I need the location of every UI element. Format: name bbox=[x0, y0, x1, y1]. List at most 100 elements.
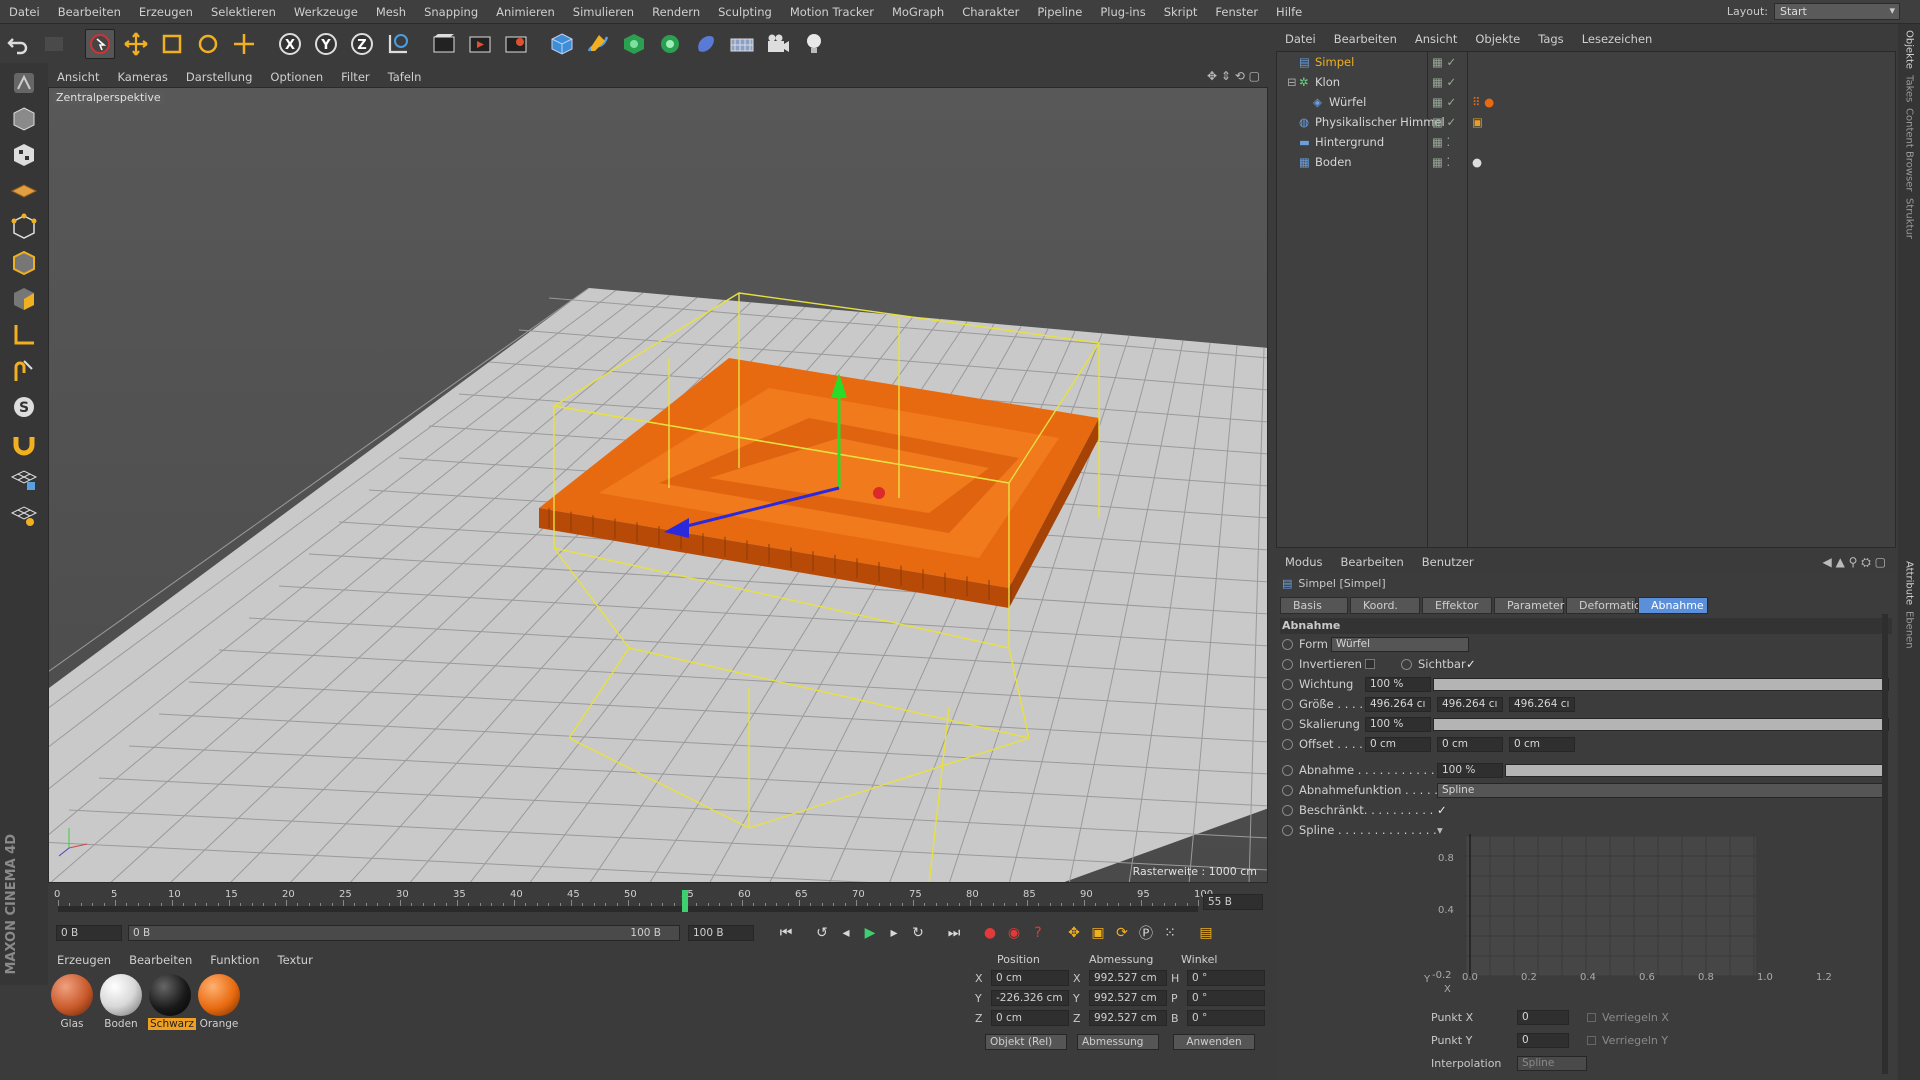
redo-icon[interactable] bbox=[39, 29, 69, 59]
mat-menu-bearbeiten[interactable]: Bearbeiten bbox=[120, 953, 201, 967]
key-parameter-icon[interactable]: Ⓟ bbox=[1134, 922, 1158, 944]
side-tab-attribute[interactable]: Attribute bbox=[1904, 561, 1915, 605]
anim-radio[interactable] bbox=[1282, 678, 1293, 690]
timeline-bar[interactable] bbox=[58, 906, 1198, 912]
obj-menu-objekte[interactable]: Objekte bbox=[1466, 32, 1529, 46]
menu-pipeline[interactable]: Pipeline bbox=[1028, 5, 1091, 19]
tab-abnahme[interactable]: Abnahme bbox=[1638, 597, 1708, 614]
tab-parameter[interactable]: Parameter bbox=[1494, 597, 1564, 614]
texture-mode-icon[interactable] bbox=[6, 138, 42, 171]
weight-slider[interactable] bbox=[1433, 677, 1889, 691]
apply-button[interactable]: Anwenden bbox=[1173, 1034, 1255, 1050]
current-frame-field[interactable]: 55 B bbox=[1203, 894, 1263, 910]
edges-mode-icon[interactable] bbox=[6, 246, 42, 279]
polygons-mode-icon[interactable] bbox=[6, 282, 42, 315]
mat-menu-erzeugen[interactable]: Erzeugen bbox=[48, 953, 120, 967]
end-frame-field[interactable]: 100 B bbox=[688, 925, 754, 941]
key-scale-icon[interactable]: ▣ bbox=[1086, 922, 1110, 944]
vp-menu-darstellung[interactable]: Darstellung bbox=[177, 70, 261, 84]
material-tag-icon[interactable]: ⠿ ● bbox=[1472, 95, 1494, 109]
obj-menu-bearbeiten[interactable]: Bearbeiten bbox=[1325, 32, 1406, 46]
side-tab-ebenen[interactable]: Ebenen bbox=[1904, 611, 1915, 649]
menu-motion-tracker[interactable]: Motion Tracker bbox=[781, 5, 883, 19]
menu-plugins[interactable]: Plug-ins bbox=[1091, 5, 1154, 19]
mat-menu-textur[interactable]: Textur bbox=[269, 953, 322, 967]
collapse-icon[interactable]: ⊟ bbox=[1287, 75, 1299, 89]
weight-field[interactable]: 100 % bbox=[1365, 676, 1431, 692]
workplane-icon[interactable] bbox=[6, 174, 42, 207]
cloner-icon[interactable] bbox=[619, 29, 649, 59]
side-tab-objekte[interactable]: Objekte bbox=[1904, 30, 1915, 69]
pen-icon[interactable] bbox=[583, 29, 613, 59]
obj-menu-datei[interactable]: Datei bbox=[1276, 32, 1325, 46]
object-row-hintergrund[interactable]: ▬ Hintergrund ▦ ⁚ bbox=[1277, 132, 1895, 152]
anim-radio[interactable] bbox=[1282, 718, 1293, 730]
render-picture-viewer-icon[interactable] bbox=[465, 29, 495, 59]
material-item[interactable]: Glas bbox=[50, 974, 94, 1030]
prev-key-icon[interactable]: ↺ bbox=[810, 922, 834, 944]
anim-radio[interactable] bbox=[1282, 638, 1293, 650]
obj-menu-lesezeichen[interactable]: Lesezeichen bbox=[1573, 32, 1662, 46]
visibility-toggle[interactable]: ▦ ✓ bbox=[1432, 95, 1456, 109]
lock-x-checkbox[interactable] bbox=[1587, 1013, 1596, 1022]
attr-scrollbar[interactable] bbox=[1882, 614, 1888, 1074]
object-row-boden[interactable]: ▦ Boden ▦ ⁚ ● bbox=[1277, 152, 1895, 172]
scale-icon[interactable] bbox=[157, 29, 187, 59]
visibility-toggle[interactable]: ▦ ✓ bbox=[1432, 75, 1456, 89]
size-x-field[interactable]: 496.264 cı bbox=[1365, 696, 1431, 712]
tab-deformation[interactable]: Deformation bbox=[1566, 597, 1648, 614]
menu-rendern[interactable]: Rendern bbox=[643, 5, 709, 19]
obj-menu-tags[interactable]: Tags bbox=[1529, 32, 1572, 46]
interp-select[interactable]: Spline bbox=[1517, 1056, 1587, 1071]
visibility-toggle[interactable]: ▦ ⁚ bbox=[1432, 155, 1450, 169]
form-select[interactable]: Würfel bbox=[1331, 636, 1469, 652]
camera-icon[interactable] bbox=[763, 29, 793, 59]
side-tab-content-browser[interactable]: Content Browser bbox=[1904, 108, 1915, 191]
menu-snapping[interactable]: Snapping bbox=[415, 5, 487, 19]
autokey-icon[interactable]: ◉ bbox=[1002, 922, 1026, 944]
side-tab-struktur[interactable]: Struktur bbox=[1904, 198, 1915, 239]
attr-menu-benutzer[interactable]: Benutzer bbox=[1413, 555, 1483, 569]
coord-position-field[interactable]: -226.326 cm bbox=[991, 990, 1069, 1006]
start-frame-field[interactable]: 0 B bbox=[56, 925, 122, 941]
tweak-mode-icon[interactable] bbox=[6, 354, 42, 387]
object-row-simpel[interactable]: ▤ Simpel ▦ ✓ bbox=[1277, 52, 1895, 72]
make-editable-icon[interactable] bbox=[6, 66, 42, 99]
y-axis-icon[interactable]: Y bbox=[311, 29, 341, 59]
offset-y-field[interactable]: 0 cm bbox=[1437, 736, 1503, 752]
z-axis-icon[interactable]: Z bbox=[347, 29, 377, 59]
falloff-func-select[interactable]: Spline bbox=[1437, 782, 1885, 798]
point-x-field[interactable]: 0 bbox=[1517, 1010, 1569, 1025]
coord-mode-select[interactable]: Objekt (Rel) bbox=[985, 1034, 1067, 1050]
transform-icon[interactable] bbox=[229, 29, 259, 59]
menu-animieren[interactable]: Animieren bbox=[487, 5, 564, 19]
anim-radio[interactable] bbox=[1282, 824, 1293, 836]
visibility-toggle[interactable]: ▦ ⁚ bbox=[1432, 135, 1450, 149]
menu-mesh[interactable]: Mesh bbox=[367, 5, 415, 19]
material-item[interactable]: Orange bbox=[197, 974, 241, 1030]
next-frame-icon[interactable]: ▸ bbox=[882, 922, 906, 944]
tab-koord[interactable]: Koord. bbox=[1350, 597, 1420, 614]
side-tab-takes[interactable]: Takes bbox=[1904, 75, 1915, 102]
rotate-icon[interactable] bbox=[193, 29, 223, 59]
grid-lock-icon[interactable] bbox=[6, 462, 42, 495]
menu-datei[interactable]: Datei bbox=[0, 5, 49, 19]
record-icon[interactable]: ● bbox=[978, 922, 1002, 944]
offset-x-field[interactable]: 0 cm bbox=[1365, 736, 1431, 752]
invert-checkbox[interactable] bbox=[1365, 659, 1375, 669]
effector-icon[interactable] bbox=[655, 29, 685, 59]
coord-size-field[interactable]: 992.527 cm bbox=[1089, 990, 1167, 1006]
object-row-sky[interactable]: ◍ Physikalischer Himmel ▦ ✓ ▣ bbox=[1277, 112, 1895, 132]
coord-position-field[interactable]: 0 cm bbox=[991, 1010, 1069, 1026]
playhead[interactable] bbox=[682, 890, 688, 912]
key-rotation-icon[interactable]: ⟳ bbox=[1110, 922, 1134, 944]
object-row-klon[interactable]: ⊟ ✲ Klon ▦ ✓ bbox=[1277, 72, 1895, 92]
menu-simulieren[interactable]: Simulieren bbox=[564, 5, 643, 19]
scale-field[interactable]: 100 % bbox=[1365, 716, 1431, 732]
x-axis-icon[interactable]: X bbox=[275, 29, 305, 59]
menu-erzeugen[interactable]: Erzeugen bbox=[130, 5, 202, 19]
obj-menu-ansicht[interactable]: Ansicht bbox=[1406, 32, 1466, 46]
spline-graph[interactable]: 0.8 0.4 -0.2 Y X 0.0 0.2 0.4 0.6 0.8 1.0 1.2 bbox=[1424, 826, 1866, 996]
mat-menu-funktion[interactable]: Funktion bbox=[201, 953, 268, 967]
falloff-slider[interactable] bbox=[1505, 763, 1885, 777]
